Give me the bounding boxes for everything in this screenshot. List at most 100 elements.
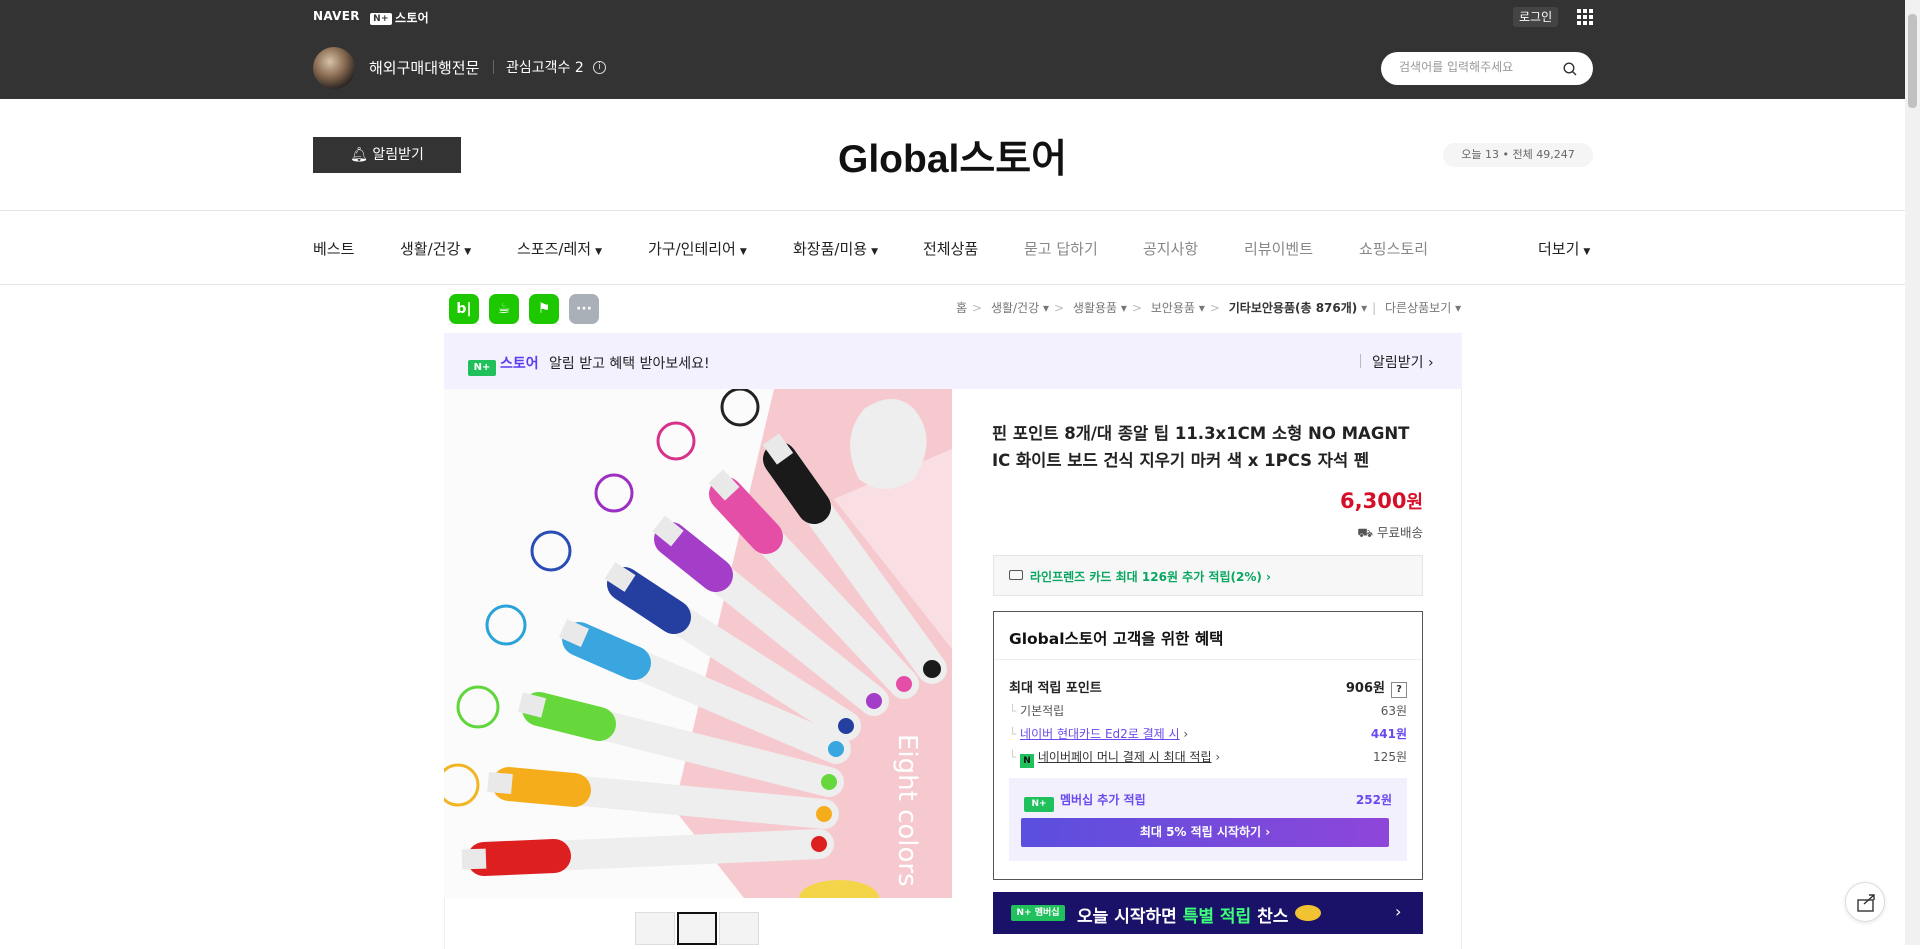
nav-more[interactable]: 더보기 ▼ [1538, 238, 1590, 259]
scrollbar-thumb[interactable] [1908, 14, 1917, 108]
nav-label: 스포즈/레저 [517, 240, 592, 258]
nplus-notify-button[interactable]: 알림받기 › [1372, 352, 1434, 372]
nav-review-event[interactable]: 리뷰이벤트 [1244, 238, 1313, 259]
product-thumbnail[interactable] [719, 912, 759, 945]
breadcrumb-item[interactable]: 보안용품 [1151, 301, 1195, 315]
shipping-info: ⛟ 무료배송 [1330, 522, 1423, 542]
nav-shopping-story[interactable]: 쇼핑스토리 [1359, 238, 1428, 259]
chevron-down-icon: ▼ [595, 247, 602, 257]
blog-icon[interactable]: b| [449, 294, 479, 324]
divider [994, 659, 1422, 660]
nav-cosmetics-beauty[interactable]: 화장품/미용 ▼ [793, 238, 878, 259]
credit-card-icon [1009, 570, 1023, 580]
top-bar: NAVER N+ 스토어 로그인 해외구매대행전문 관심고객수 2 i [0, 0, 1905, 99]
login-button[interactable]: 로그인 [1513, 7, 1559, 27]
product-main-image[interactable]: Eight colors [444, 389, 952, 898]
hyundai-card-link[interactable]: 네이버 현대카드 Ed2로 결제 시 [1020, 727, 1180, 741]
chevron-right-icon: › [1395, 902, 1402, 921]
membership-promo-banner[interactable]: N+ 멤버십 오늘 시작하면 특별 적립 찬스 › [993, 892, 1423, 934]
npay-icon: N [1020, 754, 1035, 768]
chevron-down-icon: ▾ [1198, 301, 1205, 315]
store-name[interactable]: 해외구매대행전문 [369, 57, 479, 78]
points-row: └ 기본적립 63원 [1009, 704, 1407, 718]
help-icon[interactable]: ? [1391, 682, 1407, 698]
visitor-count: 오늘 13 • 전체 49,247 [1443, 143, 1593, 167]
scrollbar-track[interactable] [1905, 0, 1920, 945]
chevron-down-icon: ▾ [1042, 301, 1050, 315]
app-grid-icon[interactable] [1577, 9, 1594, 26]
breadcrumb: 홈 > 생활/건강 ▾ > 생활용품 ▾ > 보안용품 ▾ > 기타보안용품(총 876… [956, 301, 1462, 315]
nplus-message: 알림 받고 혜택 받아보세요! [549, 356, 710, 372]
chevron-down-icon: ▼ [739, 247, 747, 257]
info-icon[interactable]: i [593, 61, 606, 74]
breadcrumb-item[interactable]: 생활/건강 [991, 301, 1039, 315]
other-products-link[interactable]: 다른상품보기 [1385, 301, 1451, 315]
max-points-row: 최대 적립 포인트 906원? [1009, 677, 1407, 698]
nplus-store-label: 스토어 [395, 11, 430, 25]
nplus-badge: N+ [370, 12, 392, 25]
share-icon [1857, 894, 1875, 912]
nplus-logo-text: 스토어 [500, 356, 539, 372]
chevron-right-icon: › [1427, 355, 1434, 371]
product-price: 6,300원 [1230, 488, 1423, 514]
search-input[interactable] [1399, 60, 1559, 74]
markers-illustration: Eight colors [444, 389, 952, 898]
nplus-notify-label: 알림받기 [1372, 355, 1424, 371]
more-icon[interactable]: ··· [569, 294, 599, 324]
npay-money-link[interactable]: 네이버페이 머니 결제 시 최대 적립 [1038, 750, 1212, 764]
nav-qna[interactable]: 묻고 답하기 [1024, 238, 1098, 259]
membership-badge-label: 멤버십 [1034, 908, 1060, 918]
nav-label: 더보기 [1538, 240, 1580, 258]
chevron-down-icon: ▾ [1361, 301, 1368, 315]
promo-text-highlight: 특별 적립 [1182, 907, 1252, 927]
nav-best[interactable]: 베스트 [313, 238, 354, 259]
benefits-heading: Global스토어 고객을 위한 혜택 [1009, 630, 1224, 648]
store-title[interactable]: Global스토어 [0, 128, 1905, 184]
naver-logo[interactable]: NAVER [313, 9, 360, 23]
product-thumbnail[interactable] [635, 912, 675, 945]
nplus-badge: N+ [468, 360, 496, 376]
nav-notice[interactable]: 공지사항 [1143, 238, 1198, 259]
nav-label: 전체상품 [923, 240, 979, 258]
nav-label: 생활/건강 [400, 240, 461, 258]
points-row-value: 441원 [1370, 727, 1407, 741]
benefits-box: Global스토어 고객을 위한 혜택 최대 적립 포인트 906원? └ 기본… [993, 611, 1423, 880]
divider [493, 60, 494, 74]
nav-sports-leisure[interactable]: 스포즈/레저 ▼ [517, 238, 602, 259]
breadcrumb-current[interactable]: 기타보안용품(총 876개) [1229, 301, 1358, 315]
chevron-down-icon: ▾ [1455, 301, 1462, 315]
product-thumbnail[interactable] [677, 912, 717, 945]
promo-text: 오늘 시작하면 특별 적립 찬스 [1077, 902, 1288, 927]
membership-start-button[interactable]: 최대 5% 적립 시작하기 › [1021, 818, 1389, 847]
nav-label: 공지사항 [1143, 240, 1199, 258]
nav-label: 묻고 답하기 [1024, 240, 1098, 258]
search-icon[interactable] [1563, 62, 1577, 76]
card-promo-text: 라인프렌즈 카드 최대 126원 추가 적립(2%) › [1030, 570, 1271, 584]
breadcrumb-home[interactable]: 홈 [956, 301, 967, 315]
store-avatar[interactable] [313, 47, 355, 89]
max-points-value-wrap: 906원? [1346, 677, 1407, 698]
nav-label: 리뷰이벤트 [1244, 240, 1314, 258]
price-value: 6,300 [1340, 489, 1407, 513]
interest-customers: 관심고객수 2 [506, 60, 584, 76]
breadcrumb-item[interactable]: 생활용품 [1073, 301, 1117, 315]
card-promo-box[interactable]: 라인프렌즈 카드 최대 126원 추가 적립(2%) › [993, 555, 1423, 596]
nav-all-products[interactable]: 전체상품 [923, 238, 978, 259]
nav-label: 가구/인테리어 [648, 240, 736, 258]
share-button[interactable] [1845, 882, 1885, 922]
card-promo-label: 라인프렌즈 카드 최대 126원 추가 적립(2%) [1030, 570, 1262, 584]
bookmark-icon[interactable]: ⚑ [529, 294, 559, 324]
cafe-icon[interactable]: ☕︎ [489, 294, 519, 324]
nplus-store-logo[interactable]: N+ 스토어 [370, 9, 429, 26]
nav-furniture-interior[interactable]: 가구/인테리어 ▼ [648, 238, 747, 259]
promo-text-c: 찬스 [1251, 907, 1289, 927]
price-unit: 원 [1406, 492, 1423, 513]
chevron-down-icon: ▼ [871, 247, 878, 257]
divider [1360, 354, 1361, 368]
chevron-down-icon: ▼ [1583, 247, 1591, 257]
nav-label: 쇼핑스토리 [1359, 240, 1429, 258]
membership-label: N+ 멤버십 추가 적립 [1024, 791, 1146, 812]
membership-box: N+ 멤버십 추가 적립 252원 최대 5% 적립 시작하기 › [1009, 778, 1407, 861]
nav-living-health[interactable]: 생활/건강 ▼ [400, 238, 471, 259]
points-row-value: 63원 [1380, 704, 1407, 718]
